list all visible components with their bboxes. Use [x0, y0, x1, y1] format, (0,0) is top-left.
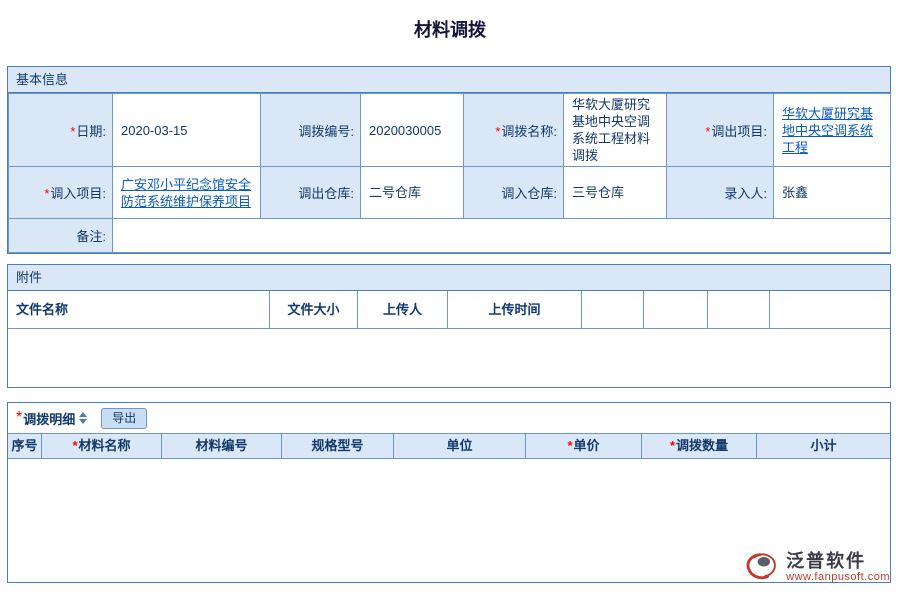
required-marker: * [44, 186, 49, 201]
brand-text-block: 泛普软件 www.fanpusoft.com [786, 551, 890, 583]
in-warehouse-value: 三号仓库 [564, 167, 667, 219]
details-col-material-code: 材料编号 [162, 434, 282, 458]
transfer-no-label-text: 调拨编号: [298, 124, 354, 139]
recorder-value: 张鑫 [774, 167, 891, 219]
page-title: 材料调拨 [0, 16, 900, 42]
out-project-label-text: 调出项目: [711, 124, 767, 139]
required-marker: * [567, 438, 572, 453]
brand-url[interactable]: www.fanpusoft.com [786, 571, 890, 583]
attachments-header-row: 文件名称 文件大小 上传人 上传时间 [8, 291, 890, 329]
details-col-subtotal: 小计 [757, 434, 890, 458]
attachments-col-uploadtime: 上传时间 [448, 291, 582, 328]
date-label: *日期: [9, 94, 113, 167]
details-col-unit-price: *单价 [526, 434, 642, 458]
sort-up-arrow-icon [79, 412, 87, 417]
basic-info-row-1: *日期: 2020-03-15 调拨编号: 2020030005 *调拨名称: … [9, 94, 891, 167]
in-warehouse-label: 调入仓库: [464, 167, 564, 219]
in-project-label-text: 调入项目: [50, 186, 106, 201]
basic-info-row-2: *调入项目: 广安邓小平纪念馆安全防范系统维护保养项目 调出仓库: 二号仓库 调… [9, 167, 891, 219]
required-marker: * [495, 124, 500, 139]
fanpu-logo-icon [742, 548, 780, 586]
attachments-col-empty [770, 291, 890, 328]
attachments-panel: 附件 文件名称 文件大小 上传人 上传时间 [7, 264, 891, 388]
details-col-seq-text: 序号 [11, 438, 37, 453]
basic-info-row-3: 备注: [9, 219, 891, 253]
out-project-label: *调出项目: [667, 94, 774, 167]
attachments-col-filename: 文件名称 [8, 291, 270, 328]
out-warehouse-value: 二号仓库 [361, 167, 464, 219]
recorder-label-text: 录入人: [724, 186, 767, 201]
details-col-subtotal-text: 小计 [810, 438, 836, 453]
transfer-no-value: 2020030005 [361, 94, 464, 167]
required-marker: * [16, 409, 22, 427]
attachments-col-empty [582, 291, 644, 328]
details-col-quantity-text: 调拨数量 [676, 438, 728, 453]
details-toolbar: * 调拨明细 导出 [8, 403, 890, 433]
details-header-row: 序号 *材料名称 材料编号 规格型号 单位 *单价 *调拨数量 小计 [8, 433, 890, 459]
details-col-material-name-text: 材料名称 [79, 438, 131, 453]
details-section-title: 调拨明细 [23, 409, 75, 428]
sort-icon[interactable] [79, 412, 87, 424]
attachments-empty-body [8, 329, 890, 386]
in-warehouse-label-text: 调入仓库: [501, 186, 557, 201]
remark-label: 备注: [9, 219, 113, 253]
out-warehouse-label-text: 调出仓库: [298, 186, 354, 201]
required-marker: * [705, 124, 710, 139]
details-col-material-code-text: 材料编号 [195, 438, 247, 453]
attachments-col-uploader: 上传人 [358, 291, 448, 328]
details-col-spec-model-text: 规格型号 [311, 438, 363, 453]
remark-label-text: 备注: [76, 229, 106, 244]
in-project-label: *调入项目: [9, 167, 113, 219]
date-label-text: 日期: [76, 124, 106, 139]
basic-info-section-title: 基本信息 [8, 67, 890, 93]
recorder-label: 录入人: [667, 167, 774, 219]
basic-info-panel: 基本信息 *日期: 2020-03-15 调拨编号: 2020030005 *调… [7, 66, 891, 254]
brand-footer: 泛普软件 www.fanpusoft.com [742, 548, 890, 586]
attachments-col-empty [708, 291, 770, 328]
details-col-unit-price-text: 单价 [574, 438, 600, 453]
details-col-material-name: *材料名称 [42, 434, 162, 458]
in-project-link[interactable]: 广安邓小平纪念馆安全防范系统维护保养项目 [121, 176, 254, 210]
details-col-unit-text: 单位 [446, 438, 472, 453]
sort-down-arrow-icon [79, 419, 87, 424]
details-col-spec-model: 规格型号 [282, 434, 394, 458]
details-col-seq: 序号 [8, 434, 42, 458]
out-warehouse-label: 调出仓库: [261, 167, 361, 219]
out-project-link[interactable]: 华软大厦研究基地中央空调系统工程 [782, 105, 884, 156]
attachments-section-title: 附件 [8, 265, 890, 291]
details-col-quantity: *调拨数量 [642, 434, 757, 458]
attachments-col-filesize: 文件大小 [270, 291, 358, 328]
date-value: 2020-03-15 [113, 94, 261, 167]
basic-info-table: *日期: 2020-03-15 调拨编号: 2020030005 *调拨名称: … [8, 93, 891, 253]
attachments-col-empty [644, 291, 708, 328]
required-marker: * [70, 124, 75, 139]
transfer-name-value: 华软大厦研究基地中央空调系统工程材料调拨 [564, 94, 667, 167]
transfer-name-label-text: 调拨名称: [501, 124, 557, 139]
transfer-name-label: *调拨名称: [464, 94, 564, 167]
in-project-value: 广安邓小平纪念馆安全防范系统维护保养项目 [113, 167, 261, 219]
export-button[interactable]: 导出 [101, 408, 147, 429]
out-project-value: 华软大厦研究基地中央空调系统工程 [774, 94, 891, 167]
transfer-no-label: 调拨编号: [261, 94, 361, 167]
remark-value [113, 219, 891, 253]
brand-name: 泛普软件 [786, 551, 890, 571]
details-col-unit: 单位 [394, 434, 526, 458]
material-transfer-page: 材料调拨 基本信息 *日期: 2020-03-15 调拨编号: 20200300… [0, 0, 900, 600]
required-marker: * [72, 438, 77, 453]
required-marker: * [670, 438, 675, 453]
